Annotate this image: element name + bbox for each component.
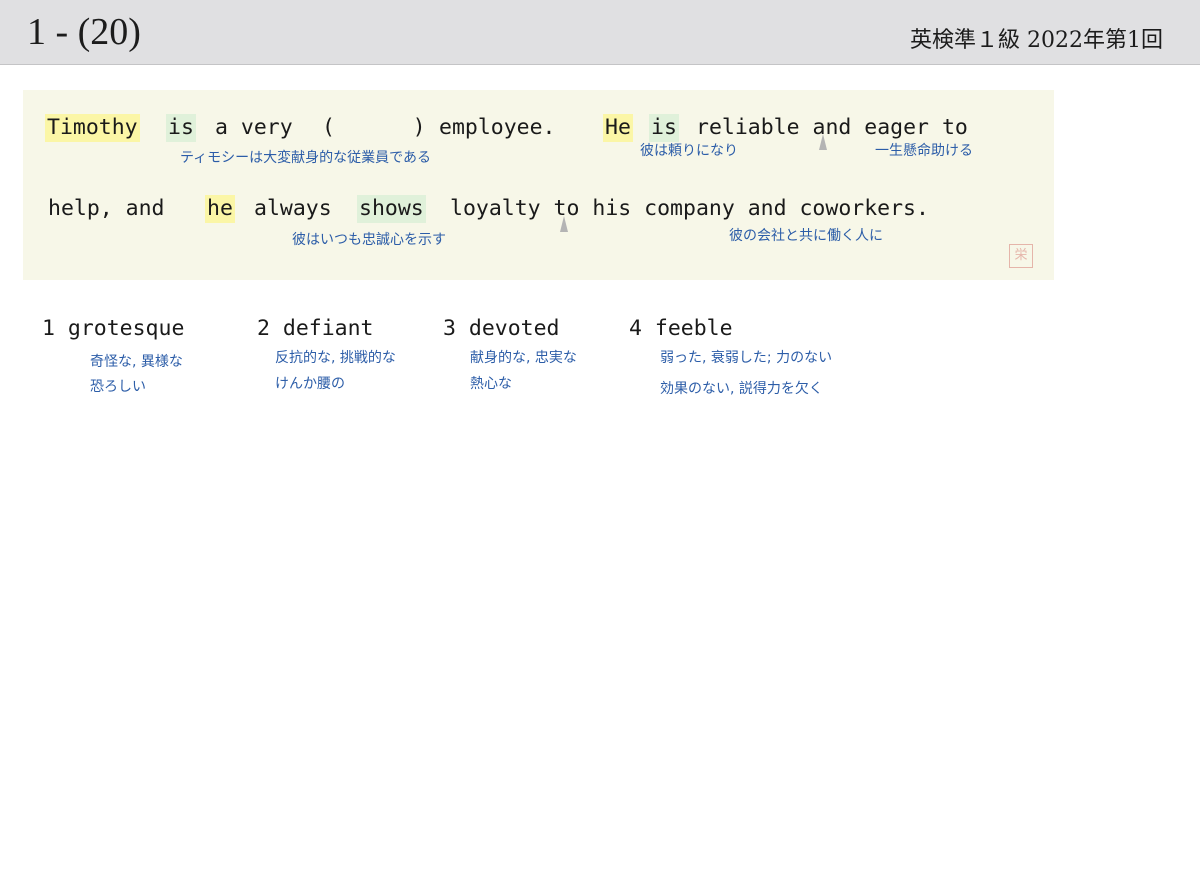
gloss-shows-loyalty: 彼はいつも忠誠心を示す — [292, 232, 446, 248]
choice-3-gloss-1: 献身的な, 忠実な — [470, 350, 577, 366]
word-employee: employee. — [439, 115, 556, 140]
word-help-and: help, and — [48, 196, 165, 221]
gloss-devoted-employee: ティモシーは大変献身的な従業員である — [180, 150, 432, 166]
word-shows: shows — [357, 195, 426, 223]
choice-3-label: 3 devoted — [443, 316, 560, 341]
word-always: always — [254, 196, 332, 221]
choice-3-gloss-2: 熱心な — [470, 376, 512, 392]
answer-blank: ( ) — [322, 115, 426, 140]
choice-1-label: 1 grotesque — [42, 316, 185, 341]
line1-rest: reliable and eager to — [696, 115, 968, 140]
choice-4-gloss-1: 弱った, 衰弱した; 力のない — [660, 350, 833, 366]
word-is: is — [166, 114, 196, 142]
choice-1-gloss-2: 恐ろしい — [90, 379, 146, 395]
gloss-eager-to-help: 一生懸命助ける — [875, 143, 973, 159]
word-he-capital: He — [603, 114, 633, 142]
choice-2-label: 2 defiant — [257, 316, 374, 341]
header-bar: 1 - (20) 英検準１級 2022年第1回 — [0, 0, 1200, 65]
word-timothy: Timothy — [45, 114, 140, 142]
exam-title: 英検準１級 2022年第1回 — [910, 28, 1163, 53]
word-is-2: is — [649, 114, 679, 142]
choice-1-gloss-1: 奇怪な, 異様な — [90, 354, 183, 370]
sentence-panel: Timothy is a very ( ) employee. He is re… — [23, 90, 1054, 280]
gloss-reliable: 彼は頼りになり — [640, 143, 738, 159]
question-number: 1 - (20) — [27, 11, 141, 53]
gloss-company-coworkers: 彼の会社と共に働く人に — [729, 228, 883, 244]
choice-4-gloss-2: 効果のない, 説得力を欠く — [660, 381, 823, 397]
choice-4-label: 4 feeble — [629, 316, 733, 341]
caret-marker-2 — [560, 216, 568, 232]
line2-rest: loyalty to his company and coworkers. — [450, 196, 929, 221]
word-a-very: a very — [215, 115, 293, 140]
choice-2-gloss-1: 反抗的な, 挑戦的な — [275, 350, 396, 366]
seal-stamp: 栄 — [1009, 244, 1033, 268]
caret-marker-1 — [819, 134, 827, 150]
word-he: he — [205, 195, 235, 223]
choice-2-gloss-2: けんか腰の — [275, 376, 345, 392]
